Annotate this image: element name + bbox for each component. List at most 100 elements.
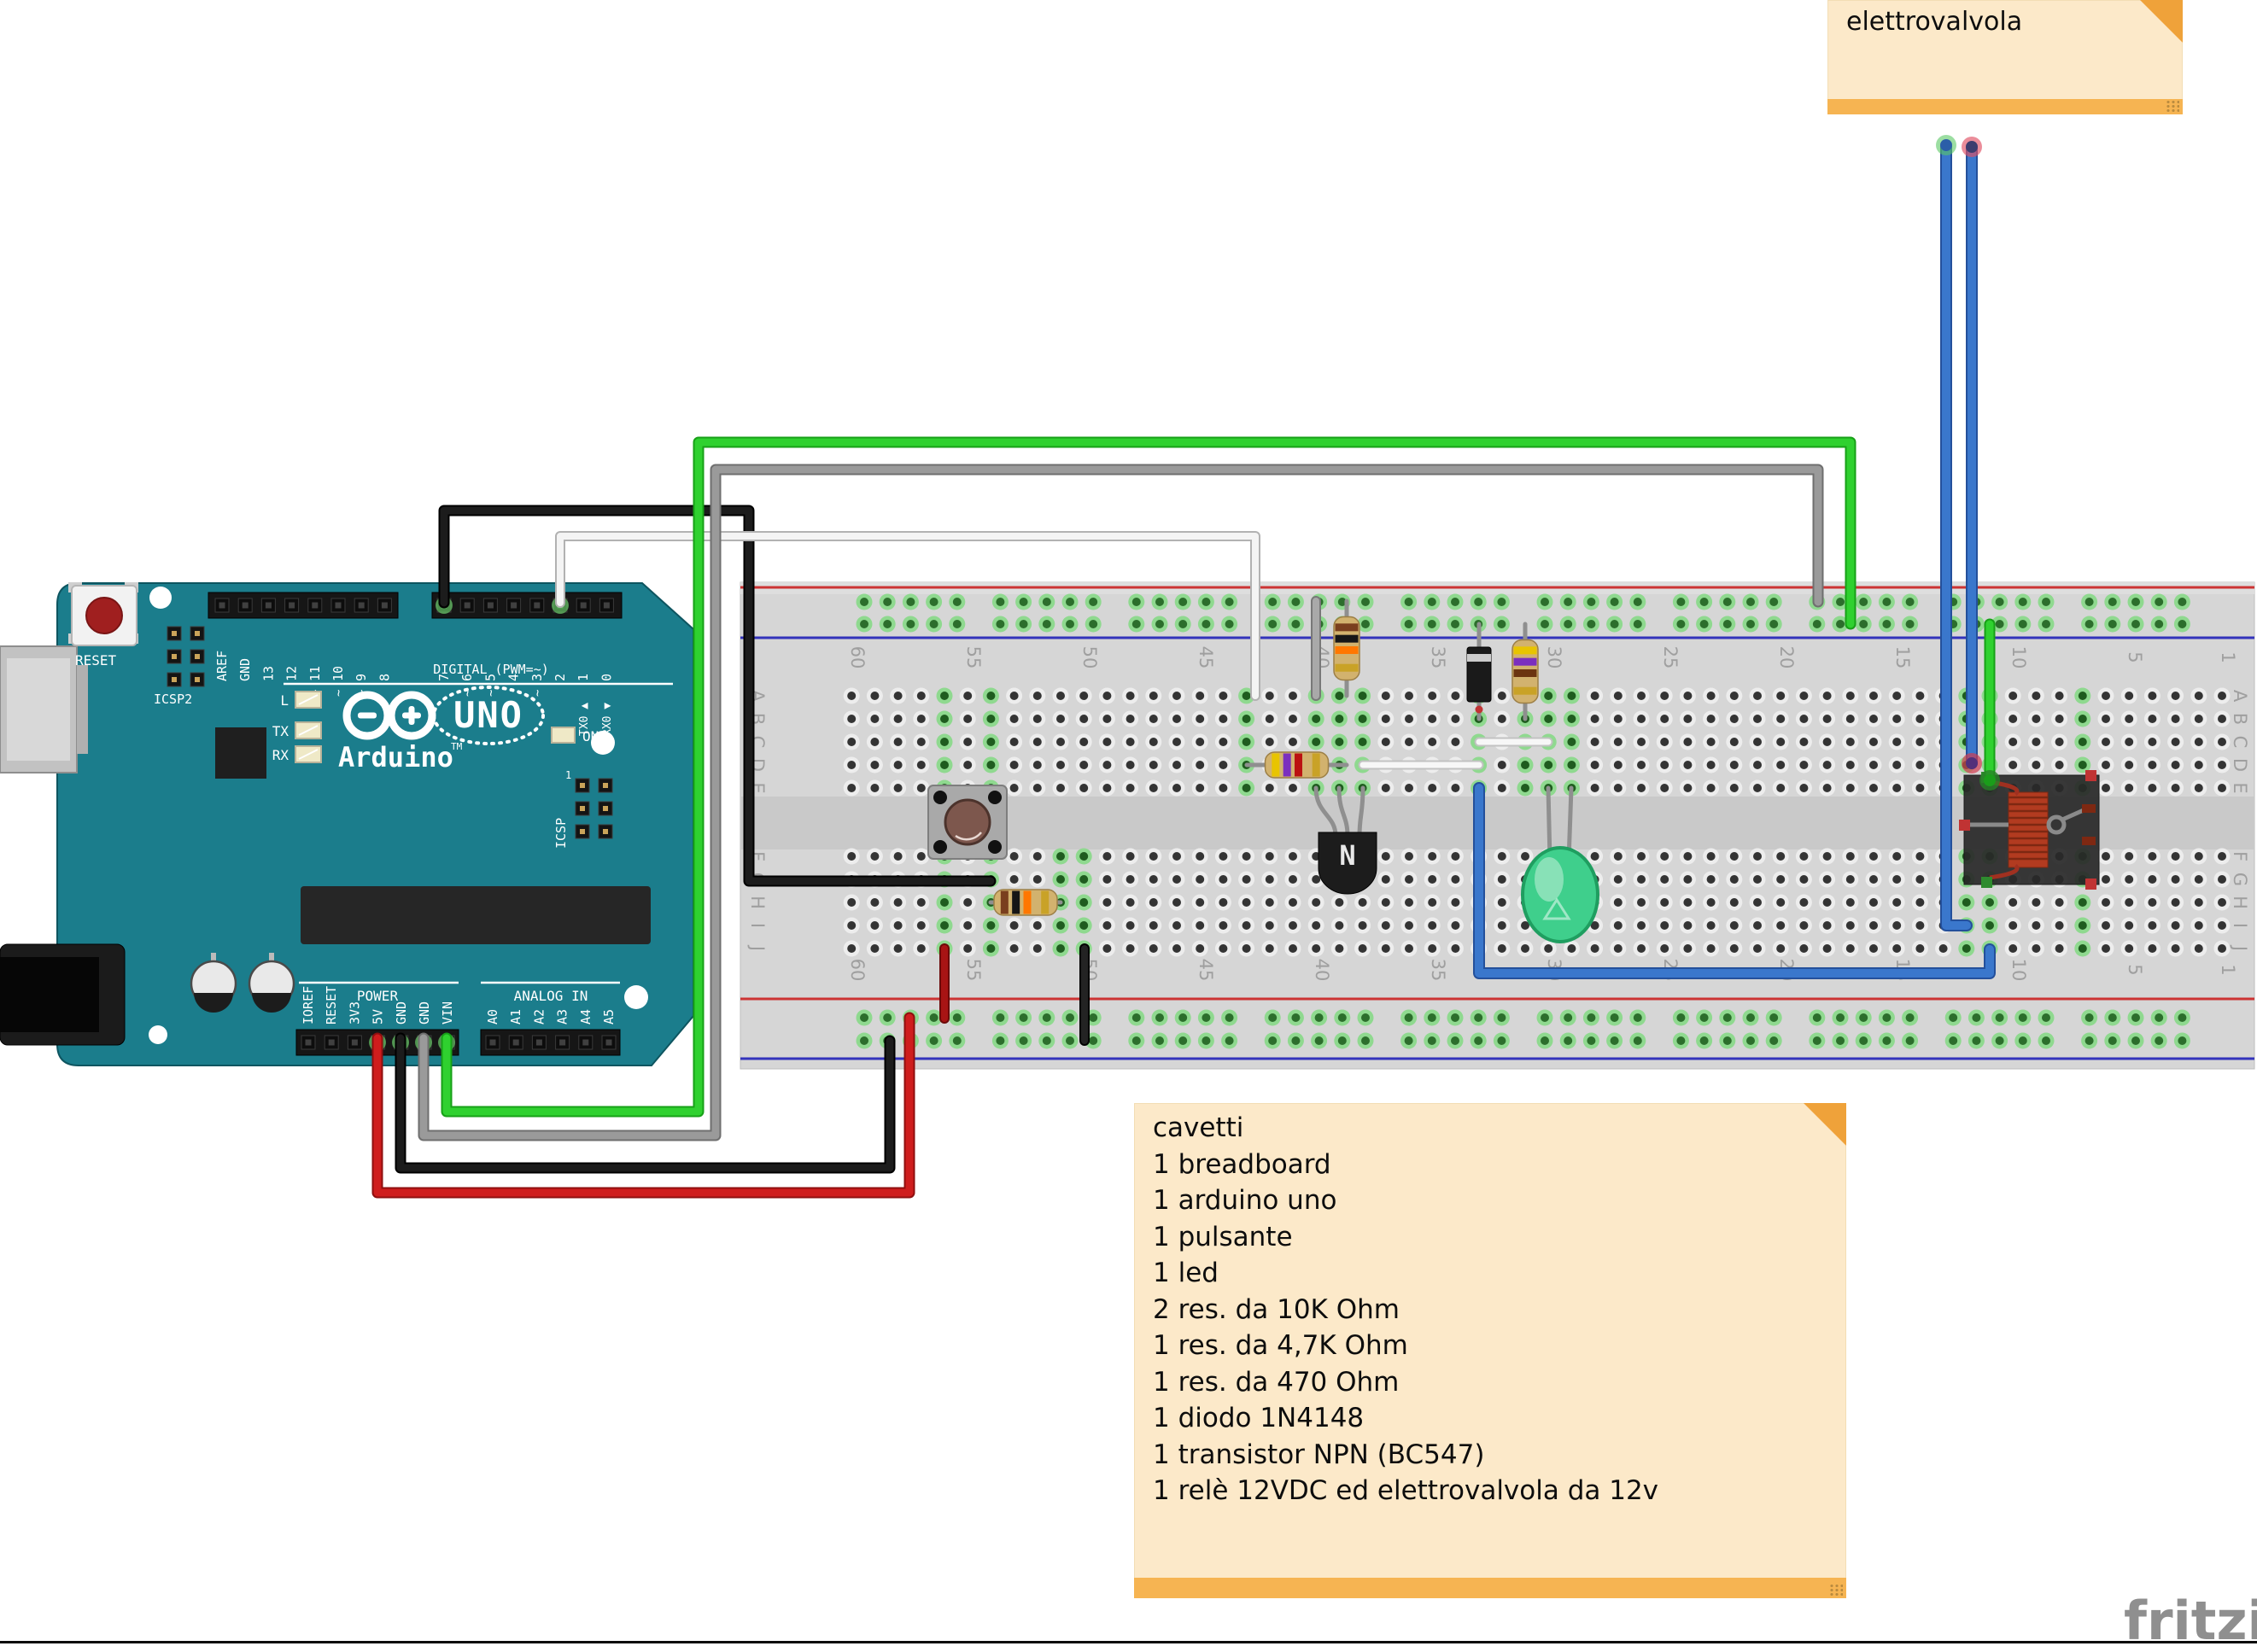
pin-label: A4 <box>578 1009 593 1024</box>
note-resize-grip-icon[interactable] <box>1829 1584 1843 1596</box>
relay-pin <box>2085 770 2096 781</box>
note-fold-icon <box>1804 1103 1846 1146</box>
header-pin-hole <box>511 602 517 609</box>
pin-label: A3 <box>555 1009 570 1024</box>
column-number: 1 <box>2218 964 2238 975</box>
row-letter: E <box>2230 782 2250 793</box>
header-pin-hole <box>580 602 587 609</box>
column-number: 60 <box>847 959 868 982</box>
note-fold-icon <box>2140 0 2183 43</box>
usb-connector-inner <box>7 658 70 761</box>
row-letter: G <box>2230 873 2250 886</box>
note-elettrovalvola[interactable]: elettrovalvola <box>1827 0 2183 114</box>
atmega-chip <box>301 886 651 944</box>
column-number: 10 <box>2008 646 2029 669</box>
mounting-hole <box>624 985 648 1009</box>
header-pin-hole <box>464 602 471 609</box>
pin-label: A1 <box>508 1009 523 1024</box>
relay-pin <box>1959 820 1970 831</box>
row-letter: D <box>2230 758 2250 772</box>
note-line: 1 led <box>1153 1258 1219 1288</box>
led-tx-label: TX <box>272 723 289 739</box>
note-drag-bar[interactable] <box>1134 1578 1846 1598</box>
pushbutton[interactable] <box>927 785 1008 860</box>
reset-button[interactable] <box>68 582 138 646</box>
led-on-label: ON <box>582 728 599 744</box>
wire-tip <box>1936 135 1956 155</box>
diode-cathode-band <box>1467 654 1491 662</box>
resistor-band <box>1513 686 1537 695</box>
relay-12vdc[interactable] <box>1959 770 2100 890</box>
pin-label: 0 <box>599 674 614 681</box>
row-letter: H <box>747 896 768 909</box>
digital-caption: DIGITAL (PWM=~) <box>433 662 548 677</box>
note-line: cavetti <box>1153 1112 1244 1143</box>
wire-tip-core <box>1984 774 1996 786</box>
resistor-band <box>1513 646 1537 655</box>
wire-tip <box>1979 770 2000 791</box>
header-pin-hole <box>242 602 249 609</box>
column-number: 60 <box>847 646 868 669</box>
column-number: 30 <box>1544 646 1564 669</box>
note-line: 1 relè 12VDC ed elettrovalvola da 12v <box>1153 1475 1659 1506</box>
resistor-band <box>1335 634 1359 643</box>
pin-label: RESET <box>324 986 339 1024</box>
resistor-band <box>1000 890 1009 914</box>
column-number: 45 <box>1196 646 1216 669</box>
header-pin-hole <box>535 1039 542 1046</box>
header-pin-hole <box>351 1039 358 1046</box>
column-number: 50 <box>1079 646 1100 669</box>
button-screw <box>933 791 947 804</box>
power-caption: POWER <box>357 988 399 1004</box>
resistor-band <box>1312 753 1320 777</box>
pin-label: AREF <box>214 651 230 681</box>
header-pin-hole <box>582 1039 589 1046</box>
pin-label: 1 <box>576 674 591 681</box>
note-resize-grip-icon[interactable] <box>2166 100 2179 112</box>
reset-cap <box>85 597 123 634</box>
pin-label: 11 <box>307 666 323 681</box>
power-jack-inner <box>0 957 99 1032</box>
pin-label: 5V <box>371 1009 386 1024</box>
analog-header <box>480 1029 621 1056</box>
icsp2-label: ICSP2 <box>154 692 192 707</box>
button-cap[interactable] <box>944 798 991 846</box>
pin-label: 3V3 <box>347 1001 362 1024</box>
pin-label: A0 <box>485 1009 500 1024</box>
circuit-canvas: 6060555550504545404035353030252520201515… <box>0 135 2255 1199</box>
row-letter: C <box>2230 736 2250 749</box>
note-line: 1 arduino uno <box>1153 1185 1337 1216</box>
note-drag-bar[interactable] <box>1827 99 2183 114</box>
column-number: 35 <box>1428 646 1448 669</box>
column-number: 25 <box>1660 646 1681 669</box>
row-letter: J <box>2230 944 2250 951</box>
row-letter: I <box>747 923 768 928</box>
resistor-band <box>1272 753 1280 777</box>
led-on <box>551 727 576 744</box>
note-parts-list[interactable]: cavetti 1 breadboard 1 arduino uno 1 pulsan… <box>1134 1103 1846 1598</box>
resistor-band <box>1023 890 1032 914</box>
wire-tip <box>1962 137 1982 157</box>
column-number: 5 <box>2125 964 2145 975</box>
led-l-label: L <box>280 692 289 709</box>
arduino-uno-board[interactable]: RESETAREFGND131211~10~9~876~5~43~210TX0 … <box>0 582 694 1066</box>
header-pin-hole <box>305 1039 312 1046</box>
column-number: 35 <box>1428 959 1448 982</box>
usb-connector-lip <box>77 665 88 754</box>
resistor-band <box>1513 668 1537 677</box>
column-number: 10 <box>2008 959 2029 982</box>
rx0-label: RX0 ▼ <box>601 703 614 736</box>
pin-label: 8 <box>377 674 392 681</box>
column-number: 5 <box>2125 651 2145 663</box>
column-number: 15 <box>1892 646 1913 669</box>
column-number: 1 <box>2218 651 2238 663</box>
pin-label: 10 <box>330 666 346 681</box>
fritzing-canvas: 60 60 55 55 50 50 45 45 40 40 35 35 30 30 25 25 20 20 15 15… <box>0 0 2257 1652</box>
resistor-band <box>1041 890 1050 914</box>
pwm-tilde: ~ <box>332 690 346 697</box>
header-pin-hole <box>512 1039 519 1046</box>
resistor-10k-horizontal[interactable] <box>988 889 1063 916</box>
digital-header-bank1 <box>208 592 399 619</box>
resistor-band <box>1294 753 1302 777</box>
led-shine <box>1535 857 1564 902</box>
